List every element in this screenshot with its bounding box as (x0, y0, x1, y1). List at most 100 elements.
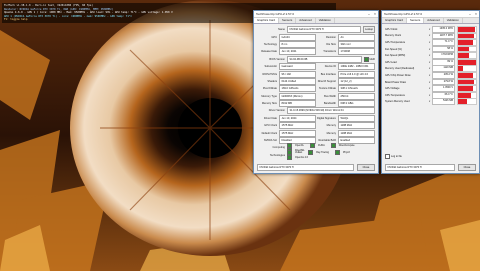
info-half: Pixel Fillrate 169.0 GPixel/s (257, 85, 316, 93)
gpu-selector-bar: NVIDIA GeForce RTX 3070 Ti Close (257, 163, 375, 171)
sensor-label: Fan Speed (RPM) (385, 54, 406, 58)
technologies-row: Technologies Vulkan Ray Tracing PhysX OpenGL… (257, 150, 375, 161)
info-value: 8 nm (279, 40, 316, 48)
info-row: BIOS Version 94.04.4B.00.0B UEFI (257, 55, 375, 63)
info-label: BIOS Version (269, 57, 285, 61)
info-value: Jun 10, 2024 (279, 114, 316, 122)
info-half: Technology 8 nm (257, 40, 316, 48)
gpuz-graphics-card-window[interactable]: TechPowerUp GPU-Z 2.57.0 – × Graphics Ca… (253, 10, 379, 174)
info-label: DirectX Support (317, 79, 336, 83)
tab-sensors[interactable]: Sensors (407, 18, 425, 23)
window-titlebar[interactable]: TechPowerUp GPU-Z 2.57.0 – × (382, 11, 479, 18)
info-value: 392 mm² (338, 40, 375, 48)
sensor-graph-fill (458, 46, 469, 52)
info-label: GPU Clock (264, 124, 277, 128)
info-half: Default Clock 1575 MHz (257, 129, 316, 137)
info-label: Memory Size (261, 102, 277, 106)
sensor-label: CPU Temperature (385, 93, 405, 97)
close-button[interactable]: Close (357, 163, 375, 171)
info-value: PCIe x16 4.0 @ x16 4.0 (338, 70, 375, 78)
info-label: Resizable BAR (318, 139, 336, 143)
window-titlebar[interactable]: TechPowerUp GPU-Z 2.57.0 – × (254, 11, 378, 18)
sensor-graph-fill (458, 66, 464, 72)
info-label: ROPs/TMUs (262, 72, 277, 76)
technologies-label: Technologies (269, 153, 285, 157)
tab-graphics-card[interactable]: Graphics Card (382, 18, 408, 23)
feature-check: Ray Tracing (308, 150, 332, 156)
info-value: 6144 Unified (279, 77, 316, 85)
info-label: Shaders (267, 79, 277, 83)
tab-graphics-card[interactable]: Graphics Card (254, 18, 280, 23)
lookup-button[interactable]: Lookup (363, 26, 375, 34)
info-value: WHQL (338, 114, 375, 122)
info-half: Texture Fillrate 338.1 GTexel/s (316, 85, 375, 93)
sensor-graph-fill (458, 40, 474, 45)
info-label: Device ID (324, 65, 336, 69)
info-half: GPU Clock 1575 MHz (257, 122, 316, 130)
feature-check: DirectCompute (330, 142, 358, 148)
log-to-file[interactable]: Log to file (385, 154, 402, 159)
technologies-checks: Vulkan Ray Tracing PhysX OpenGL 4.6 (287, 150, 375, 161)
info-row: Subvendor Gainward Device ID 10DE 2482 - 10… (257, 63, 375, 71)
log-to-file-checkbox[interactable] (385, 154, 390, 159)
info-label: GPU (271, 35, 277, 39)
close-button[interactable]: Close (458, 163, 476, 171)
info-label: Digital Signature (316, 116, 336, 120)
info-row: GPU Clock 1575 MHz Memory 1188 MHz (257, 122, 375, 130)
info-value: 10DE 2482 - 10B0 F361 (338, 63, 375, 71)
info-label: Bandwidth (323, 102, 336, 106)
info-value: Jun 10, 2021 (279, 48, 316, 56)
info-value: 17400M (338, 48, 375, 56)
info-row: Shaders 6144 Unified DirectX Support 12 (12… (257, 77, 375, 85)
window-title: TechPowerUp GPU-Z 2.57.0 (384, 12, 423, 16)
sensor-graph-fill (458, 79, 474, 85)
info-half: Die Size 392 mm² (316, 40, 375, 48)
info-half: Digital Signature WHQL (316, 114, 375, 122)
sensor-label: Memory Clock (385, 34, 401, 38)
info-value: 8192 MB (279, 100, 316, 108)
info-value: GDDR6X (Micron) (279, 92, 316, 100)
info-half: Bandwidth 608.3 GB/s (316, 100, 375, 108)
feature-label: Ray Tracing (316, 151, 329, 155)
info-row: ROPs/TMUs 96 / 192 Bus Interface PCIe x16 4… (257, 70, 375, 78)
gpuz-sensors-window[interactable]: TechPowerUp GPU-Z 2.57.0 – × Graphics Ca… (381, 10, 480, 174)
check-box (309, 142, 315, 148)
info-value: NVIDIA GeForce RTX 3070 Ti (287, 26, 361, 34)
sensor-graph-fill (458, 92, 471, 98)
tab-advanced[interactable]: Advanced (296, 18, 316, 23)
tab-validation[interactable]: Validation (444, 18, 463, 23)
info-label: Name (278, 28, 285, 32)
check-box (335, 150, 340, 156)
gpu-select-dropdown[interactable]: NVIDIA GeForce RTX 3070 Ti (257, 163, 354, 171)
close-icon[interactable]: × (473, 12, 479, 16)
gpu-select-dropdown[interactable]: NVIDIA GeForce RTX 3070 Ti (385, 163, 455, 171)
feature-label: DirectCompute (338, 143, 355, 147)
info-row: Driver Date Jun 10, 2024 Digital Signature… (257, 114, 375, 122)
info-label: Revision (326, 35, 336, 39)
info-row: Memory Type GDDR6X (Micron) Bus Width 256 b… (257, 92, 375, 100)
computing-label: Computing (272, 146, 285, 150)
info-label: Release Date (261, 50, 277, 54)
feature-label: Vulkan (295, 151, 303, 155)
tab-sensors[interactable]: Sensors (279, 18, 297, 23)
info-half: Device ID 10DE 2482 - 10B0 F361 (316, 63, 375, 71)
info-label: Transistors (323, 50, 336, 54)
info-value: 12 (12_2) (338, 77, 375, 85)
close-icon[interactable]: × (372, 12, 378, 16)
feature-label: PhysX (343, 151, 350, 155)
sensor-label: GPU Load (385, 60, 397, 64)
sensor-label: System Memory Used (385, 100, 410, 104)
check-box (287, 155, 292, 161)
info-half: Bus Interface PCIe x16 4.0 @ x16 4.0 (316, 70, 375, 78)
info-label: Die Size (326, 42, 336, 46)
info-label: Default Clock (261, 131, 277, 135)
info-label: NVIDIA SLI (263, 139, 277, 143)
uefi-checkbox (363, 56, 369, 62)
sensor-label: GPU Voltage (385, 87, 400, 91)
tab-validation[interactable]: Validation (316, 18, 335, 23)
sensor-graph-fill (458, 99, 467, 105)
tab-advanced[interactable]: Advanced (424, 18, 444, 23)
info-value: 94.04.4B.00.0B (287, 55, 362, 63)
graphics-card-panel: Name NVIDIA GeForce RTX 3070 Ti Lookup GPU G… (254, 24, 378, 161)
info-value: 1188 MHz (338, 122, 375, 130)
